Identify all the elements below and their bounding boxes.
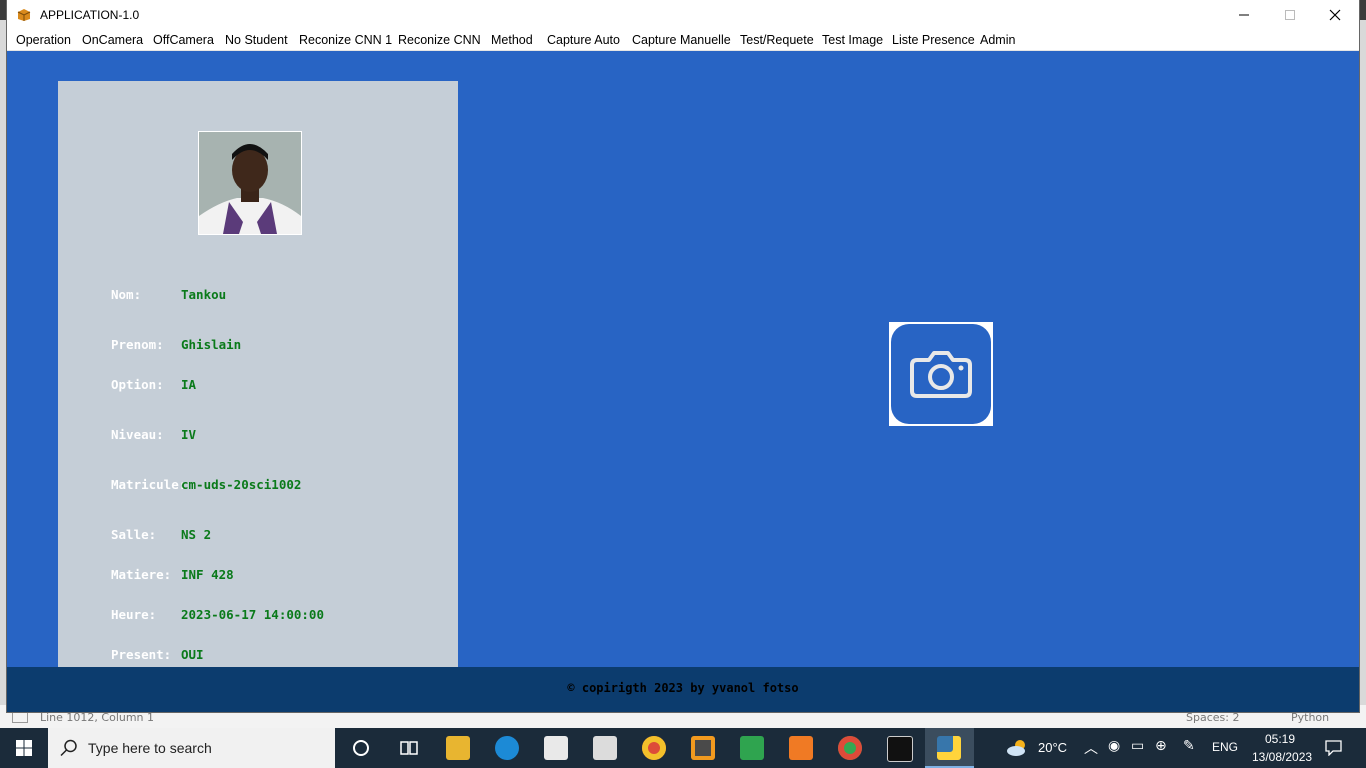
weather-temperature[interactable]: 20°C (1038, 740, 1067, 755)
menu-test-image[interactable]: Test Image (822, 33, 883, 47)
student-photo (198, 131, 302, 235)
clock-time[interactable]: 05:19 (1265, 732, 1295, 746)
minimize-button[interactable] (1221, 0, 1267, 30)
value-nom: Tankou (181, 287, 227, 302)
value-matricule: cm-uds-20sci1002 (181, 477, 302, 492)
menu-reconize-cnn[interactable]: Reconize CNN (398, 33, 481, 47)
value-prenom: Ghislain (181, 337, 242, 352)
xampp-icon[interactable] (789, 736, 813, 760)
label-niveau: Niveau: (111, 427, 164, 442)
value-option: IA (181, 377, 197, 392)
label-nom: Nom: (111, 287, 142, 302)
menu-method[interactable]: Method (491, 33, 533, 47)
menu-operation[interactable]: Operation (16, 33, 71, 47)
search-icon (60, 739, 77, 757)
camera-button-face (891, 324, 991, 424)
maximize-button[interactable] (1267, 0, 1313, 30)
meet-now-icon[interactable]: ◉ (1108, 738, 1120, 754)
notifications-icon[interactable] (1325, 740, 1342, 756)
panel-icon (12, 711, 28, 723)
menu-reconize-cnn-1[interactable]: Reconize CNN 1 (299, 33, 392, 47)
python-icon (937, 736, 961, 760)
footer: © copirigth 2023 by yvanol fotso (7, 667, 1359, 712)
application-window: APPLICATION-1.0 Operation OnCamera OffCa… (7, 0, 1359, 712)
student-info-panel: Nom: Tankou Prenom: Ghislain Option: IA … (58, 81, 458, 667)
menu-capture-manuelle[interactable]: Capture Manuelle (632, 33, 731, 47)
editor-language[interactable]: Python (1291, 711, 1329, 724)
microsoft-store-icon[interactable] (544, 736, 568, 760)
label-matricule: Matricule: (111, 477, 187, 492)
menu-no-student[interactable]: No Student (225, 33, 288, 47)
window-title: APPLICATION-1.0 (40, 8, 140, 22)
meet-icon[interactable] (740, 736, 764, 760)
network-globe-icon[interactable]: ⊕ (1155, 738, 1167, 754)
chrome-icon[interactable] (642, 736, 666, 760)
editor-indent-setting[interactable]: Spaces: 2 (1186, 711, 1239, 724)
menu-admin[interactable]: Admin (980, 33, 1015, 47)
camera-icon (910, 351, 972, 398)
value-niveau: IV (181, 427, 197, 442)
menu-test-requete[interactable]: Test/Requete (740, 33, 814, 47)
battery-icon[interactable]: ▭ (1131, 738, 1144, 754)
pen-icon[interactable]: ✎ (1183, 738, 1195, 754)
cortana-icon[interactable] (349, 736, 373, 760)
menu-offcamera[interactable]: OffCamera (153, 33, 214, 47)
edge-icon[interactable] (495, 736, 519, 760)
copyright-text: © copirigth 2023 by yvanol fotso (567, 681, 799, 695)
close-icon (1329, 9, 1341, 21)
input-language[interactable]: ENG (1212, 740, 1238, 754)
terminal-icon[interactable] (887, 736, 913, 762)
start-button[interactable] (0, 728, 48, 768)
minimize-icon (1239, 14, 1249, 16)
python-app-active-button[interactable] (925, 728, 974, 768)
value-present: OUI (181, 647, 204, 662)
sublime-text-icon[interactable] (691, 736, 715, 760)
label-present: Present: (111, 647, 172, 662)
title-bar: APPLICATION-1.0 (7, 0, 1359, 30)
chrome-profile-icon[interactable] (838, 736, 862, 760)
weather-icon[interactable] (1005, 736, 1029, 760)
taskbar-search-box[interactable]: Type here to search (48, 728, 335, 768)
label-matiere: Matiere: (111, 567, 172, 582)
camera-button[interactable] (889, 322, 993, 426)
editor-cursor-position: Line 1012, Column 1 (40, 711, 155, 724)
mail-icon[interactable] (593, 736, 617, 760)
taskbar: Type here to search 20°C ︿ ◉ ▭ ⊕ ✎ ENG 0… (0, 728, 1366, 768)
label-prenom: Prenom: (111, 337, 164, 352)
menu-bar: Operation OnCamera OffCamera No Student … (7, 30, 1359, 51)
close-button[interactable] (1312, 0, 1358, 30)
label-option: Option: (111, 377, 164, 392)
value-heure: 2023-06-17 14:00:00 (181, 607, 324, 622)
value-matiere: INF 428 (181, 567, 234, 582)
value-salle: NS 2 (181, 527, 212, 542)
clock-date[interactable]: 13/08/2023 (1252, 750, 1312, 764)
app-icon (17, 9, 31, 21)
menu-oncamera[interactable]: OnCamera (82, 33, 143, 47)
label-salle: Salle: (111, 527, 157, 542)
task-view-icon[interactable] (397, 736, 421, 760)
chevron-up-icon[interactable]: ︿ (1084, 738, 1098, 758)
windows-icon (16, 740, 32, 756)
maximize-icon (1285, 10, 1295, 20)
search-placeholder: Type here to search (88, 740, 212, 756)
file-explorer-icon[interactable] (446, 736, 470, 760)
menu-liste-presence[interactable]: Liste Presence (892, 33, 975, 47)
label-heure: Heure: (111, 607, 157, 622)
menu-capture-auto[interactable]: Capture Auto (547, 33, 620, 47)
